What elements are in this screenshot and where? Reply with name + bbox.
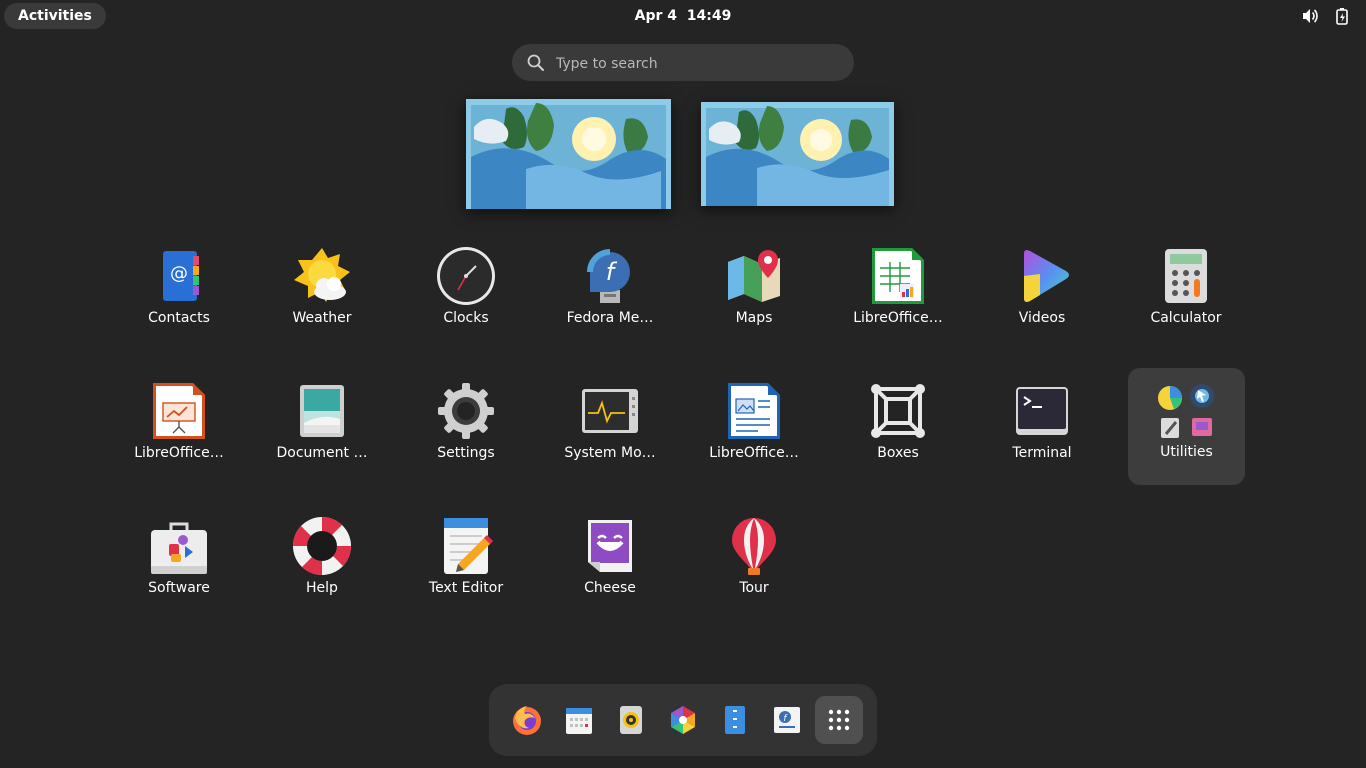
app-system-monitor[interactable]: System Mo… (538, 369, 682, 485)
app-help[interactable]: Help (250, 504, 394, 620)
app-label: LibreOffice… (134, 445, 224, 461)
app-label: Text Editor (428, 580, 504, 596)
volume-icon[interactable] (1300, 6, 1320, 26)
search-bar[interactable] (512, 44, 854, 83)
app-calculator[interactable]: Calculator (1114, 234, 1258, 350)
rhythmbox-icon (615, 704, 647, 736)
app-libreoffice-impress[interactable]: LibreOffice… (107, 369, 251, 485)
app-label: Utilities (1160, 444, 1213, 460)
app-label: Tour (739, 580, 769, 596)
app-boxes[interactable]: Boxes (826, 369, 970, 485)
text-editor-icon (436, 516, 496, 576)
system-monitor-icon (580, 381, 640, 441)
tour-balloon-icon (724, 516, 784, 576)
app-label: Fedora Me… (566, 310, 654, 326)
fedora-docs-icon: f (771, 704, 803, 736)
app-label: Terminal (1012, 445, 1072, 461)
clocks-icon (436, 246, 496, 306)
cheese-icon (580, 516, 640, 576)
utilities-folder-icon (1156, 382, 1216, 442)
app-document-scanner[interactable]: Document … (250, 369, 394, 485)
clock-time: 14:49 (686, 8, 732, 24)
dock-item-rhythmbox[interactable] (607, 696, 655, 744)
battery-icon[interactable] (1332, 6, 1352, 26)
maps-icon (724, 246, 784, 306)
app-text-editor[interactable]: Text Editor (394, 504, 538, 620)
libreoffice-calc-icon (868, 246, 928, 306)
app-fedora-media-writer[interactable]: f Fedora Me… (538, 234, 682, 350)
dash-dock: f (489, 684, 877, 756)
dock-item-firefox[interactable] (503, 696, 551, 744)
clock-date: Apr 4 (634, 8, 678, 24)
app-label: Settings (437, 445, 495, 461)
app-label: Cheese (584, 580, 636, 596)
app-maps[interactable]: Maps (682, 234, 826, 350)
dock-item-photos[interactable] (659, 696, 707, 744)
app-label: LibreOffice… (853, 310, 943, 326)
app-label: Clocks (443, 310, 489, 326)
system-tray[interactable] (1300, 6, 1352, 26)
app-label: Software (148, 580, 210, 596)
weather-icon (292, 246, 352, 306)
files-icon (719, 704, 751, 736)
dock-item-show-apps[interactable] (815, 696, 863, 744)
app-label: Maps (735, 310, 773, 326)
libreoffice-writer-icon (724, 381, 784, 441)
libreoffice-impress-icon (149, 381, 209, 441)
settings-gear-icon (436, 381, 496, 441)
terminal-icon (1012, 381, 1072, 441)
firefox-icon (511, 704, 543, 736)
app-tour[interactable]: Tour (682, 504, 826, 620)
dock-item-calendar[interactable] (555, 696, 603, 744)
app-folder-utilities[interactable]: Utilities (1128, 368, 1245, 485)
calculator-icon (1156, 246, 1216, 306)
app-label: Contacts (148, 310, 210, 326)
app-label: Weather (292, 310, 352, 326)
fedora-media-writer-icon: f (580, 246, 640, 306)
app-settings[interactable]: Settings (394, 369, 538, 485)
videos-icon (1012, 246, 1072, 306)
app-label: Boxes (877, 445, 919, 461)
top-bar: Activities Apr 4 14:49 (0, 0, 1366, 32)
app-videos[interactable]: Videos (970, 234, 1114, 350)
app-label: LibreOffice… (709, 445, 799, 461)
search-input[interactable] (554, 44, 848, 83)
app-terminal[interactable]: Terminal (970, 369, 1114, 485)
help-lifebuoy-icon (292, 516, 352, 576)
app-libreoffice-calc[interactable]: LibreOffice… (826, 234, 970, 350)
app-clocks[interactable]: Clocks (394, 234, 538, 350)
app-cheese[interactable]: Cheese (538, 504, 682, 620)
photos-icon (667, 704, 699, 736)
app-label: Document … (276, 445, 368, 461)
app-weather[interactable]: Weather (250, 234, 394, 350)
app-contacts[interactable]: @ Contacts (107, 234, 251, 350)
dock-item-fedora-docs[interactable]: f (763, 696, 811, 744)
workspace-thumbnail-2[interactable] (701, 102, 894, 206)
activities-button[interactable]: Activities (4, 3, 106, 29)
app-label: System Mo… (564, 445, 656, 461)
contacts-icon: @ (149, 246, 209, 306)
app-label: Videos (1018, 310, 1066, 326)
workspace-thumbnail-1[interactable] (466, 99, 671, 209)
document-scanner-icon (292, 381, 352, 441)
software-icon (149, 516, 209, 576)
clock-button[interactable]: Apr 4 14:49 (583, 0, 783, 32)
app-label: Calculator (1150, 310, 1222, 326)
calendar-icon (563, 704, 595, 736)
svg-text:@: @ (170, 263, 188, 284)
search-icon (526, 53, 546, 73)
dock-item-files[interactable] (711, 696, 759, 744)
app-libreoffice-writer[interactable]: LibreOffice… (682, 369, 826, 485)
show-apps-grid-icon (823, 704, 855, 736)
app-label: Help (306, 580, 338, 596)
boxes-icon (868, 381, 928, 441)
app-software[interactable]: Software (107, 504, 251, 620)
